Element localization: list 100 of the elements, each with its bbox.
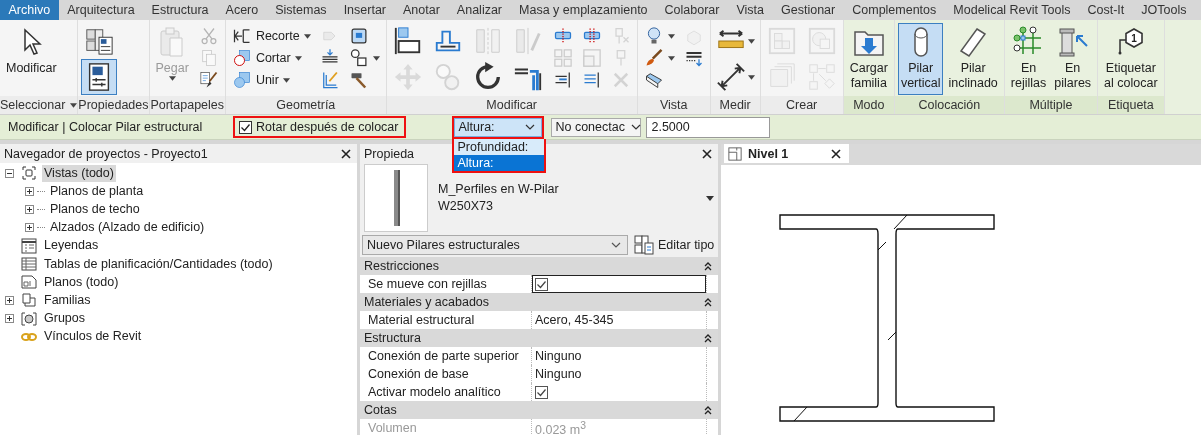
section-box-icon: [643, 70, 664, 90]
ribbon-button[interactable]: Cargar familia: [846, 23, 891, 95]
context-label: Modificar | Colocar Pilar estructural: [8, 120, 204, 134]
group-header[interactable]: Estructura: [360, 329, 718, 347]
cut-geometry-icon: [231, 48, 252, 68]
ribbon-button[interactable]: Pilar vertical: [897, 23, 944, 95]
panel-title: Múltiple: [1029, 98, 1073, 112]
family-icon: [21, 292, 37, 309]
tree-item[interactable]: Vínculos de Revit: [42, 328, 144, 346]
expand-icon[interactable]: [5, 314, 14, 324]
panel-title: Modo: [853, 98, 885, 112]
ribbon-button[interactable]: [81, 59, 118, 95]
dropdown[interactable]: Altura:: [454, 117, 543, 137]
caret-icon[interactable]: [706, 195, 714, 201]
property-label: Volumen: [360, 419, 532, 435]
tree-item[interactable]: Alzados (Alzado de edificio): [48, 219, 207, 237]
ribbon-button[interactable]: Recorte: [228, 25, 314, 47]
menu-tab[interactable]: Modelical Revit Tools: [944, 0, 1079, 20]
tree-item[interactable]: Vistas (todo): [42, 164, 116, 182]
table-icon: [21, 256, 37, 273]
tree-item[interactable]: Planos (todo): [42, 273, 121, 291]
property-value[interactable]: [532, 275, 706, 293]
menu-tab[interactable]: Insertar: [335, 0, 395, 20]
type-selector[interactable]: Nuevo Pilares estructurales: [362, 235, 628, 255]
menu-tab[interactable]: Masa y emplazamiento: [510, 0, 657, 20]
caret-icon[interactable]: [70, 102, 78, 108]
menu-tab[interactable]: Colaborar: [656, 0, 728, 20]
property-value[interactable]: Ninguno: [532, 347, 706, 365]
panel-title: Etiqueta: [1107, 98, 1154, 112]
ribbon-button[interactable]: En pilares: [1051, 23, 1095, 95]
type-name: W250X73: [438, 198, 494, 215]
panel-title: Medir: [719, 98, 751, 112]
checkbox[interactable]: [535, 385, 548, 399]
group-header[interactable]: Cotas: [360, 401, 718, 419]
group-header[interactable]: Restricciones: [360, 257, 718, 275]
checkbox[interactable]: [239, 120, 252, 134]
menu-tab[interactable]: Anotar: [394, 0, 449, 20]
tree-item[interactable]: Grupos: [42, 310, 87, 328]
close-icon[interactable]: [702, 148, 712, 159]
panel-title: Geometría: [276, 98, 336, 112]
input-field[interactable]: 2.5000: [646, 116, 771, 138]
dropdown[interactable]: No conectac: [551, 117, 642, 137]
menu-tab[interactable]: Acero: [217, 0, 267, 20]
join-geometry-icon: [231, 70, 252, 90]
edit-type-button[interactable]: Editar tipo: [634, 235, 715, 255]
tree-item[interactable]: Planos de techo: [48, 200, 142, 218]
framed-square-icon: [348, 26, 369, 46]
view-tab[interactable]: Nivel 1: [724, 144, 849, 163]
property-value[interactable]: Acero, 45-345: [532, 311, 706, 329]
sheet-icon: [21, 274, 37, 291]
legend-icon: [21, 237, 37, 254]
tree-item[interactable]: Tablas de planificación/Cantidades (todo): [42, 255, 275, 273]
dropdown-option[interactable]: Altura:: [454, 154, 545, 171]
menu-tab[interactable]: Complementos: [843, 0, 945, 20]
menu-tab[interactable]: Cost-It: [1079, 0, 1133, 20]
menu-tab[interactable]: JOTools: [1132, 0, 1195, 20]
dropdown-option[interactable]: Profundidad:: [454, 138, 545, 155]
ribbon-button[interactable]: Pilar inclinado: [945, 23, 1001, 95]
collapse-icon[interactable]: [5, 168, 14, 178]
expand-icon[interactable]: [25, 204, 34, 214]
tree-item[interactable]: Familias: [42, 291, 93, 309]
menu-tab[interactable]: Vista: [727, 0, 773, 20]
property-value[interactable]: Ninguno: [532, 365, 706, 383]
panel-title: Crear: [786, 98, 818, 112]
close-icon[interactable]: [831, 148, 841, 159]
menu-tab[interactable]: Estructura: [143, 0, 218, 20]
collapse-icon: [704, 405, 712, 415]
type-properties-icon: [84, 26, 115, 56]
ribbon-button[interactable]: 1 Etiquetar al colocar: [1101, 23, 1161, 95]
array-icon: [552, 48, 573, 68]
ribbon-button[interactable]: En rejillas: [1007, 23, 1050, 95]
menu-tab[interactable]: Analizar: [448, 0, 511, 20]
menu-tab[interactable]: Sistemas: [266, 0, 336, 20]
column-preview-drawing: [364, 164, 428, 232]
tree-item[interactable]: Planos de planta: [48, 182, 146, 200]
dimension-icon: [715, 62, 746, 92]
group-header[interactable]: Materiales y acabados: [360, 293, 718, 311]
menu-tab[interactable]: Gestionar: [772, 0, 844, 20]
ribbon-button[interactable]: Modificar: [3, 23, 60, 95]
trim-icon: [231, 26, 252, 46]
panel-title: Modificar: [486, 98, 538, 112]
component-icon: [806, 26, 837, 56]
ribbon-button[interactable]: Unir: [228, 69, 314, 91]
column-arrow-icon: [1056, 26, 1089, 58]
panel-title: Colocación: [918, 98, 981, 112]
checkbox[interactable]: [535, 277, 548, 291]
menu-tab[interactable]: Arquitectura: [58, 0, 144, 20]
tree-item[interactable]: Leyendas: [42, 237, 101, 255]
ribbon-button[interactable]: Cortar: [228, 47, 314, 69]
panel-title: Propieda: [364, 146, 415, 161]
expand-icon[interactable]: [25, 223, 34, 233]
menu-tab[interactable]: Archivo: [0, 0, 59, 20]
close-icon[interactable]: [341, 148, 351, 159]
chevron-icon: [611, 242, 621, 248]
paintbrush-sheet-icon: [198, 70, 219, 90]
expand-icon[interactable]: [25, 186, 34, 196]
squares-arrows-icon: [806, 62, 837, 92]
views-icon: [21, 165, 37, 182]
expand-icon[interactable]: [5, 295, 14, 305]
chevron-icon: [630, 124, 641, 130]
